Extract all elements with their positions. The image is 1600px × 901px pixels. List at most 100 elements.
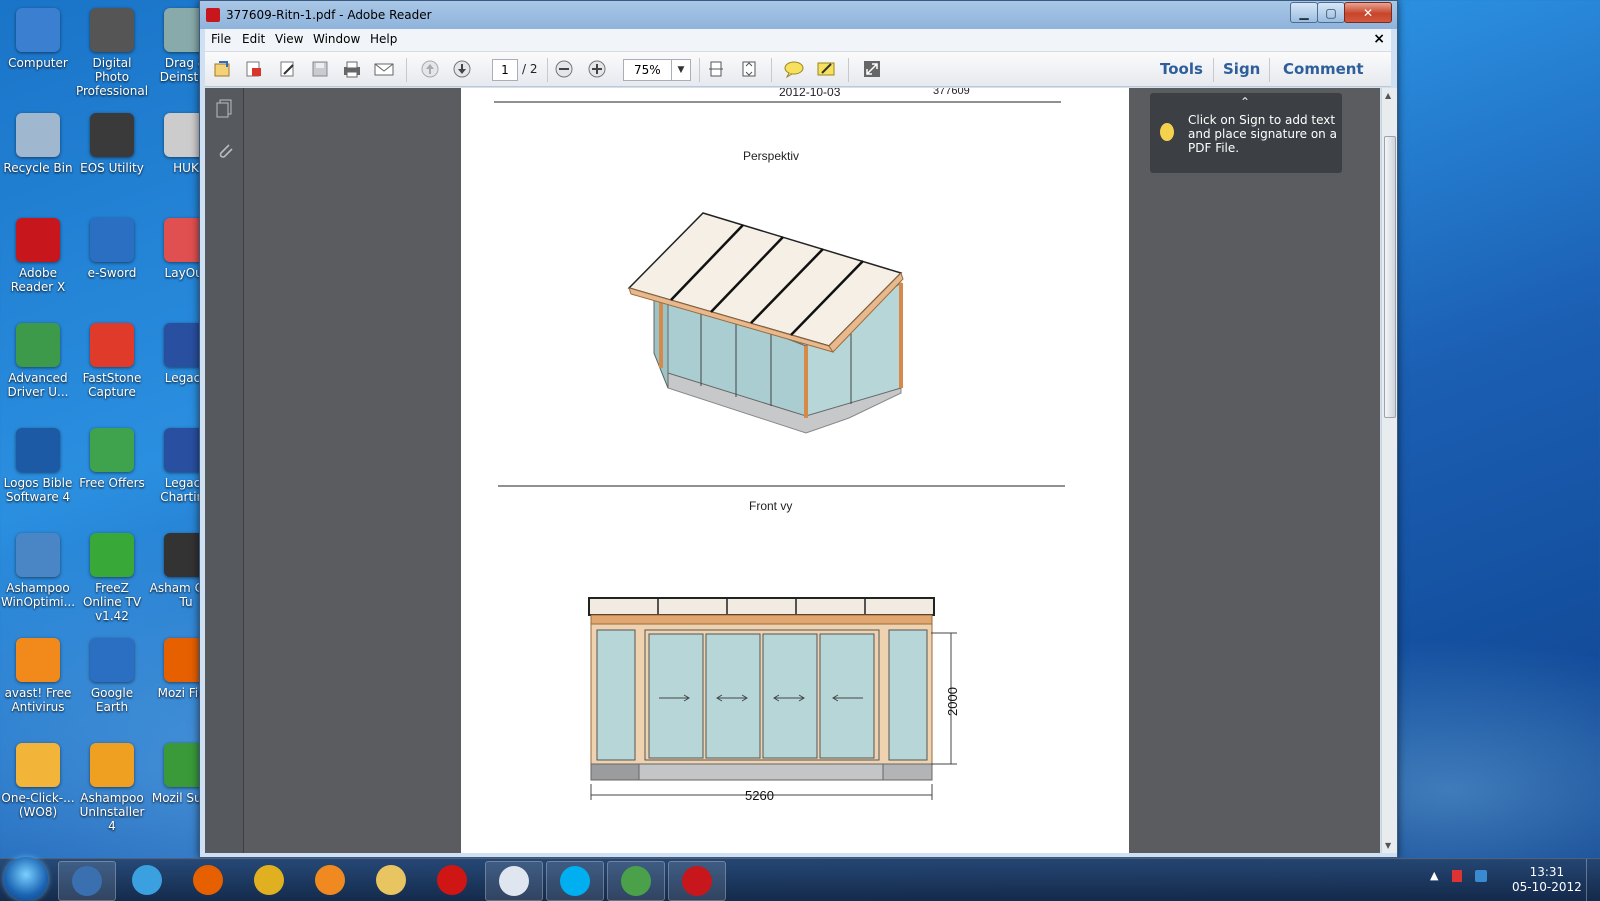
section-title-perspective: Perspektiv bbox=[743, 149, 799, 163]
tab-tools[interactable]: Tools bbox=[1160, 60, 1203, 78]
desktop-shortcut[interactable]: Ashampoo WinOptimi... bbox=[0, 533, 76, 609]
highlight-icon[interactable] bbox=[815, 59, 837, 79]
start-button[interactable] bbox=[4, 857, 48, 901]
desktop-shortcut[interactable]: Free Offers bbox=[74, 428, 150, 490]
outlook-icon bbox=[72, 866, 102, 896]
vertical-scrollbar[interactable]: ▲ ▼ bbox=[1381, 88, 1397, 853]
desktop-shortcut-label: EOS Utility bbox=[80, 161, 144, 175]
menu-window[interactable]: Window bbox=[313, 32, 360, 46]
taskbar-app[interactable] bbox=[546, 861, 604, 901]
clock-date: 05-10-2012 bbox=[1512, 880, 1582, 894]
adobe-reader-window: 377609-Ritn-1.pdf - Adobe Reader ▁ ▢ ✕ F… bbox=[199, 0, 1398, 858]
print-icon[interactable] bbox=[341, 59, 363, 79]
zoom-select[interactable]: 75% ▼ bbox=[623, 59, 691, 81]
recycle-bin-icon bbox=[16, 113, 60, 157]
zoom-value: 75% bbox=[634, 63, 661, 77]
fullscreen-icon[interactable] bbox=[861, 59, 883, 79]
desktop-shortcut[interactable]: FreeZ Online TV v1.42 bbox=[74, 533, 150, 623]
next-page-icon[interactable] bbox=[451, 59, 473, 79]
previous-page-icon[interactable] bbox=[419, 59, 441, 79]
edit-icon[interactable] bbox=[277, 59, 299, 79]
network-tray-icon[interactable] bbox=[1475, 870, 1488, 882]
desktop-shortcut[interactable]: Adobe Reader X bbox=[0, 218, 76, 294]
document-close-button[interactable]: × bbox=[1373, 31, 1385, 47]
create-pdf-icon[interactable] bbox=[243, 59, 265, 79]
zoom-in-icon[interactable] bbox=[586, 59, 608, 79]
desktop-shortcut-label: Adobe Reader X bbox=[10, 266, 66, 294]
zoom-out-icon[interactable] bbox=[553, 59, 575, 79]
close-button[interactable]: ✕ bbox=[1344, 2, 1392, 23]
save-icon[interactable] bbox=[309, 59, 331, 79]
taskbar-app[interactable] bbox=[485, 861, 543, 901]
desktop-shortcut-label: Ashampoo WinOptimi... bbox=[0, 581, 76, 609]
open-icon[interactable] bbox=[212, 59, 234, 79]
desktop-shortcut[interactable]: Google Earth bbox=[74, 638, 150, 714]
sign-tooltip: ⌃ Click on Sign to add text and place si… bbox=[1150, 93, 1342, 173]
menu-help[interactable]: Help bbox=[370, 32, 397, 46]
taskbar-app[interactable] bbox=[241, 861, 297, 899]
taskbar-app[interactable] bbox=[119, 861, 175, 899]
desktop-shortcut[interactable]: Logos Bible Software 4 bbox=[0, 428, 76, 504]
chevron-down-icon[interactable]: ▼ bbox=[671, 60, 690, 80]
fit-page-icon[interactable] bbox=[705, 59, 727, 79]
desktop-shortcut[interactable]: Recycle Bin bbox=[0, 113, 76, 175]
taskbar-app[interactable] bbox=[58, 861, 116, 901]
menu-view[interactable]: View bbox=[275, 32, 303, 46]
scrollbar-thumb[interactable] bbox=[1384, 136, 1396, 418]
taskbar-app[interactable] bbox=[363, 861, 419, 899]
sticky-note-icon[interactable] bbox=[783, 59, 805, 79]
tab-sign[interactable]: Sign bbox=[1223, 60, 1260, 78]
taskbar-app[interactable] bbox=[668, 861, 726, 901]
show-hidden-icons-icon[interactable]: ▲ bbox=[1430, 869, 1438, 882]
dimension-height: 2000 bbox=[945, 687, 960, 716]
skype-icon bbox=[560, 866, 590, 896]
collapse-icon[interactable]: ⌃ bbox=[1240, 95, 1250, 109]
document-area[interactable]: 2012-10-03 377609 Perspektiv Front vy 20… bbox=[244, 88, 1350, 853]
toolbar-separator bbox=[699, 58, 700, 82]
desktop-shortcut[interactable]: EOS Utility bbox=[74, 113, 150, 175]
page-total: / 2 bbox=[522, 62, 538, 76]
desktop-shortcut[interactable]: One-Click-... (WO8) bbox=[0, 743, 76, 819]
menu-file[interactable]: File bbox=[211, 32, 231, 46]
desktop-shortcut[interactable]: Advanced Driver U... bbox=[0, 323, 76, 399]
desktop-shortcut[interactable]: e-Sword bbox=[74, 218, 150, 280]
taskbar-app[interactable] bbox=[607, 861, 665, 901]
tab-comment[interactable]: Comment bbox=[1283, 60, 1364, 78]
desktop-shortcut[interactable]: Ashampoo UnInstaller 4 bbox=[74, 743, 150, 833]
taskbar-app[interactable] bbox=[424, 861, 480, 899]
tray-app-icon[interactable] bbox=[1451, 870, 1462, 882]
show-desktop-button[interactable] bbox=[1586, 859, 1600, 901]
title-bar[interactable]: 377609-Ritn-1.pdf - Adobe Reader ▁ ▢ ✕ bbox=[200, 1, 1397, 29]
desktop-shortcut-label: FreeZ Online TV v1.42 bbox=[82, 581, 142, 623]
header-date: 2012-10-03 bbox=[779, 88, 841, 99]
ie-icon bbox=[132, 865, 162, 895]
uninstaller-icon bbox=[90, 743, 134, 787]
scroll-down-icon[interactable]: ▼ bbox=[1385, 841, 1391, 850]
scroll-up-icon[interactable]: ▲ bbox=[1385, 91, 1391, 100]
camera-icon bbox=[90, 8, 134, 52]
pdf-page: 2012-10-03 377609 Perspektiv Front vy 20… bbox=[461, 88, 1129, 853]
page-thumbnails-icon[interactable] bbox=[215, 98, 235, 118]
taskbar-app[interactable] bbox=[180, 861, 236, 899]
dimension-width: 5260 bbox=[745, 788, 774, 803]
gift-icon bbox=[90, 428, 134, 472]
desktop-shortcut[interactable]: Computer bbox=[0, 8, 76, 70]
desktop-shortcut[interactable]: Digital Photo Professional bbox=[74, 8, 150, 98]
menu-edit[interactable]: Edit bbox=[242, 32, 265, 46]
desktop-shortcut[interactable]: avast! Free Antivirus bbox=[0, 638, 76, 714]
computer-icon bbox=[16, 8, 60, 52]
driver-icon bbox=[16, 323, 60, 367]
desktop-shortcut[interactable]: FastStone Capture bbox=[74, 323, 150, 399]
attachments-icon[interactable] bbox=[215, 140, 235, 160]
esword-icon bbox=[90, 218, 134, 262]
page-number-input[interactable]: 1 bbox=[492, 59, 518, 81]
taskbar-app[interactable] bbox=[302, 861, 358, 899]
oneclick-icon bbox=[16, 743, 60, 787]
maximize-button[interactable]: ▢ bbox=[1317, 2, 1345, 23]
fit-width-icon[interactable] bbox=[738, 59, 760, 79]
minimize-button[interactable]: ▁ bbox=[1290, 2, 1318, 23]
email-icon[interactable] bbox=[373, 59, 395, 79]
ashampoo-icon bbox=[16, 533, 60, 577]
document-icon bbox=[499, 866, 529, 896]
clock[interactable]: 13:31 05-10-2012 bbox=[1512, 865, 1582, 895]
